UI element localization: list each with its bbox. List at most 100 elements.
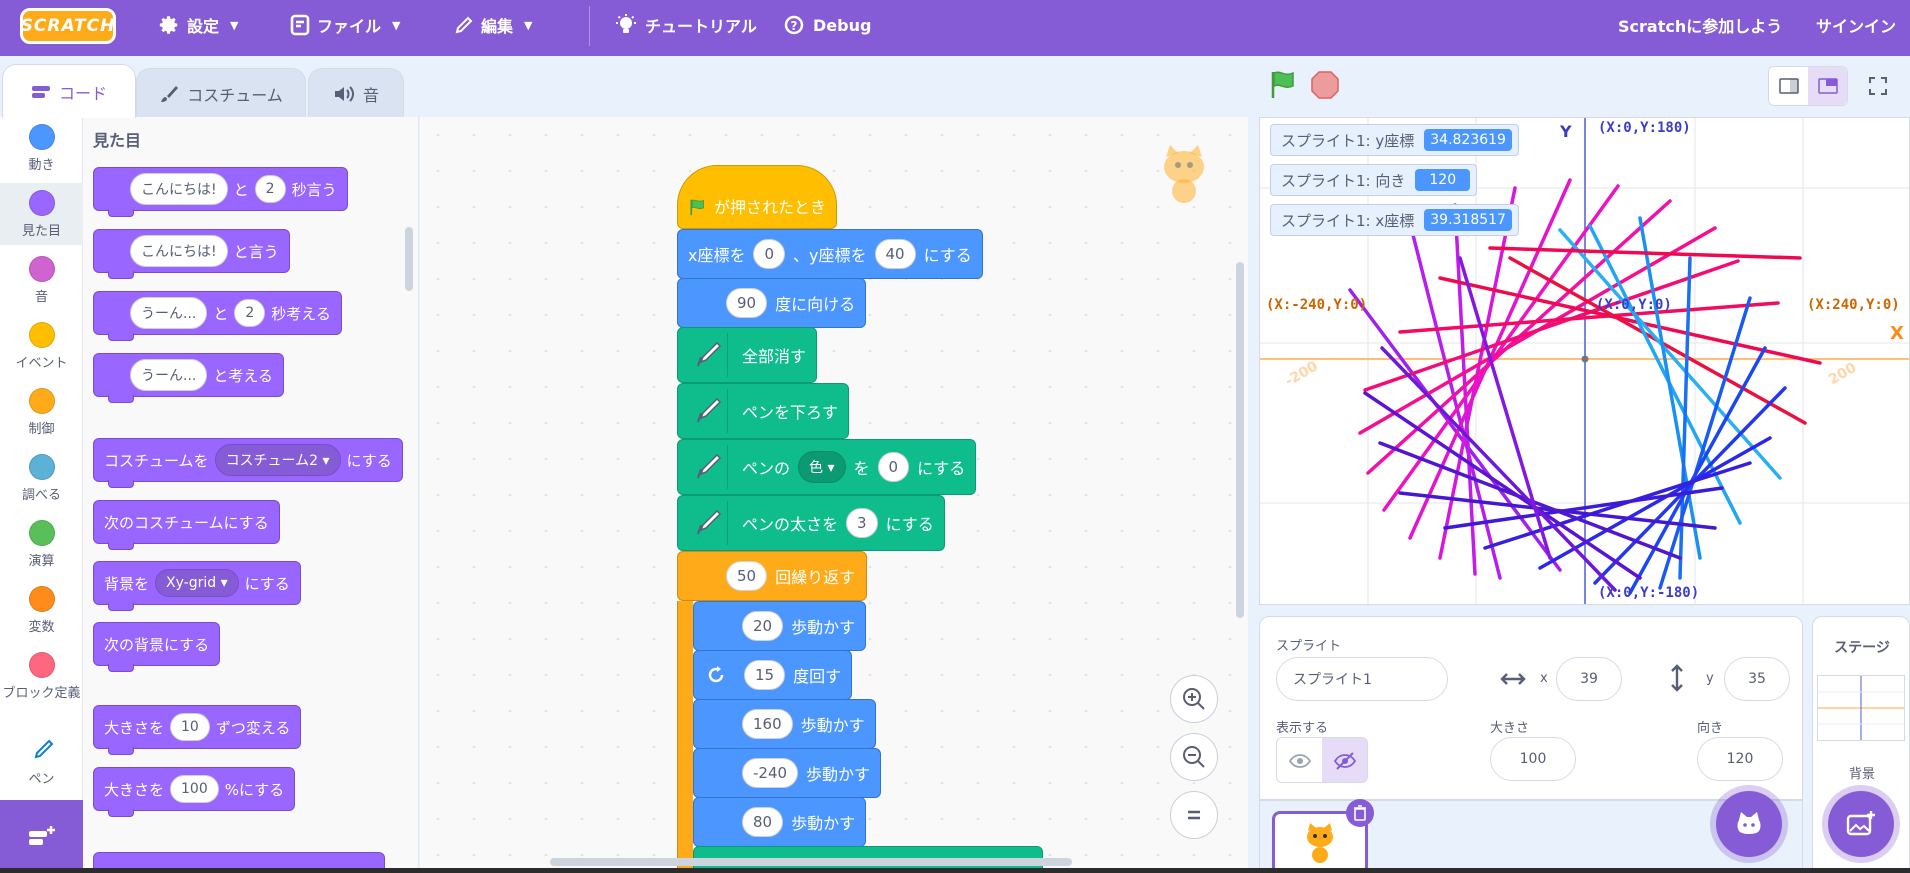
hide-sprite-button[interactable]: [1322, 738, 1367, 782]
block-input[interactable]: うーん...: [130, 297, 208, 329]
add-extension-button[interactable]: [0, 800, 83, 873]
block-next-costume[interactable]: 次のコスチュームにする: [93, 500, 280, 550]
green-flag-icon[interactable]: [1268, 70, 1298, 100]
block-input[interactable]: 0: [877, 452, 910, 482]
repeat-block[interactable]: 50 回繰り返す: [677, 551, 867, 601]
pen-icon: [688, 389, 728, 433]
block-switch-backdrop[interactable]: 背景を Xy-grid ▾ にする: [93, 561, 301, 611]
block-input[interactable]: 2: [234, 299, 266, 327]
block-input[interactable]: 50: [726, 561, 768, 591]
block-input[interactable]: 0: [753, 239, 786, 269]
category-pen[interactable]: ペン: [0, 731, 83, 793]
show-sprite-button[interactable]: [1277, 738, 1322, 782]
edit-menu[interactable]: 編集 ▼: [454, 0, 532, 50]
block-input[interactable]: 20: [742, 611, 784, 641]
block-input[interactable]: 100: [170, 775, 219, 803]
block-set-size[interactable]: 大きさを 100 %にする: [93, 767, 296, 817]
category-events[interactable]: イベント: [0, 315, 83, 377]
pen-clear-block[interactable]: 全部消す: [677, 327, 818, 383]
block-input[interactable]: 3: [846, 508, 878, 538]
backdrop-thumbnail[interactable]: [1817, 675, 1905, 741]
category-control[interactable]: 制御: [0, 381, 83, 443]
choose-sprite-button[interactable]: [1716, 791, 1782, 857]
block-input[interactable]: 160: [742, 709, 793, 739]
stage-canvas[interactable]: (X:0,Y:180) (X:0,Y:-180) (X:-240,Y:0) (X…: [1259, 117, 1910, 605]
size-input[interactable]: 100: [1490, 737, 1576, 781]
debug-button[interactable]: ? Debug: [782, 0, 871, 50]
goto-xy-block[interactable]: x座標を 0 、y座標を 40 にする: [677, 229, 983, 279]
block-change-size[interactable]: 大きさを 10 ずつ変える: [93, 705, 302, 755]
delete-sprite-button[interactable]: [1346, 799, 1374, 827]
block-think[interactable]: うーん... と考える: [93, 353, 284, 403]
block-think-for-secs[interactable]: うーん... と 2 秒考える: [93, 291, 342, 341]
set-pen-color-block[interactable]: ペンの 色 ▾ を 0 にする: [677, 439, 977, 495]
block-input[interactable]: こんにちは!: [130, 173, 228, 205]
block-dropdown[interactable]: コスチューム2 ▾: [214, 444, 341, 476]
tab-sound[interactable]: 音: [308, 68, 404, 118]
zoom-in-button[interactable]: [1170, 675, 1218, 723]
monitor-y-position[interactable]: スプライト1: y座標 34.823619: [1270, 124, 1519, 156]
block-dropdown[interactable]: Xy-grid ▾: [155, 569, 239, 597]
zoom-out-button[interactable]: [1170, 733, 1218, 781]
block-input[interactable]: 80: [742, 807, 784, 837]
block-input[interactable]: 90: [726, 288, 768, 318]
sprite-cat-icon: [1164, 145, 1204, 203]
file-menu[interactable]: ファイル ▼: [290, 0, 400, 50]
workspace-vscroll[interactable]: [1236, 262, 1244, 618]
zoom-reset-button[interactable]: [1170, 791, 1218, 839]
point-direction-block[interactable]: 90 度に向ける: [677, 278, 867, 328]
block-input[interactable]: こんにちは!: [130, 235, 228, 267]
category-myblocks[interactable]: ブロック定義: [0, 645, 83, 721]
block-text: ペンの: [742, 459, 791, 478]
block-input[interactable]: うーん...: [130, 359, 208, 391]
category-motion[interactable]: 動き: [0, 117, 83, 179]
sprite-name-input[interactable]: スプライト1: [1276, 657, 1448, 701]
code-workspace[interactable]: が押されたとき x座標を 0 、y座標を 40 にする 90 度に向ける 全部消…: [420, 117, 1248, 873]
block-input[interactable]: 15: [744, 660, 786, 690]
move-steps-block[interactable]: 20 歩動かす: [693, 601, 867, 651]
turn-degrees-block[interactable]: 15 度回す: [693, 650, 853, 700]
block-input[interactable]: -240: [742, 758, 799, 788]
fullscreen-button[interactable]: [1858, 66, 1898, 106]
stop-icon[interactable]: [1310, 70, 1340, 100]
monitor-direction[interactable]: スプライト1: 向き 120: [1270, 164, 1478, 196]
monitor-x-position[interactable]: スプライト1: x座標 39.318517: [1270, 204, 1519, 236]
block-switch-costume[interactable]: コスチュームを コスチューム2 ▾ にする: [93, 438, 403, 488]
settings-menu[interactable]: 設定 ▼: [158, 0, 238, 50]
set-pen-size-block[interactable]: ペンの太さを 3 にする: [677, 495, 945, 551]
workspace-hscroll[interactable]: [550, 858, 1072, 866]
choose-backdrop-button[interactable]: [1828, 791, 1894, 857]
backdrop-label: 背景: [1848, 767, 1875, 782]
tutorial-button[interactable]: チュートリアル: [614, 0, 757, 50]
palette-scrollbar[interactable]: [405, 227, 413, 291]
when-flag-clicked-block[interactable]: が押されたとき: [677, 165, 837, 229]
pen-param-dropdown[interactable]: 色 ▾: [798, 451, 846, 483]
block-input[interactable]: 2: [254, 175, 286, 203]
block-say[interactable]: こんにちは! と言う: [93, 229, 290, 279]
block-input[interactable]: 10: [170, 713, 210, 741]
small-stage-button[interactable]: [1769, 67, 1808, 105]
move-steps-block[interactable]: 80 歩動かす: [693, 797, 867, 847]
pen-down-block[interactable]: ペンを下ろす: [677, 383, 850, 439]
move-steps-block[interactable]: 160 歩動かす: [693, 699, 876, 749]
direction-input[interactable]: 120: [1697, 737, 1783, 781]
tab-code[interactable]: コード: [2, 64, 136, 118]
normal-stage-button[interactable]: [1808, 67, 1847, 105]
category-sensing[interactable]: 調べる: [0, 447, 83, 509]
tab-costume[interactable]: コスチューム: [136, 68, 306, 118]
y-position-input[interactable]: 35: [1724, 657, 1790, 701]
x-position-input[interactable]: 39: [1556, 657, 1622, 701]
join-scratch-link[interactable]: Scratchに参加しよう: [1618, 0, 1782, 50]
image-plus-icon: [1846, 811, 1875, 836]
scratch-logo[interactable]: SCRATCH: [20, 8, 116, 44]
block-next-backdrop[interactable]: 次の背景にする: [93, 622, 221, 672]
block-say-for-secs[interactable]: こんにちは! と 2 秒言う: [93, 167, 348, 217]
move-steps-block[interactable]: -240 歩動かす: [693, 748, 882, 798]
category-looks[interactable]: 見た目: [0, 183, 83, 245]
category-variables[interactable]: 変数: [0, 579, 83, 641]
category-operators[interactable]: 演算: [0, 513, 83, 575]
category-dot: [28, 586, 55, 612]
signin-link[interactable]: サインイン: [1816, 0, 1896, 50]
block-input[interactable]: 40: [874, 239, 916, 269]
category-sound[interactable]: 音: [0, 249, 83, 311]
